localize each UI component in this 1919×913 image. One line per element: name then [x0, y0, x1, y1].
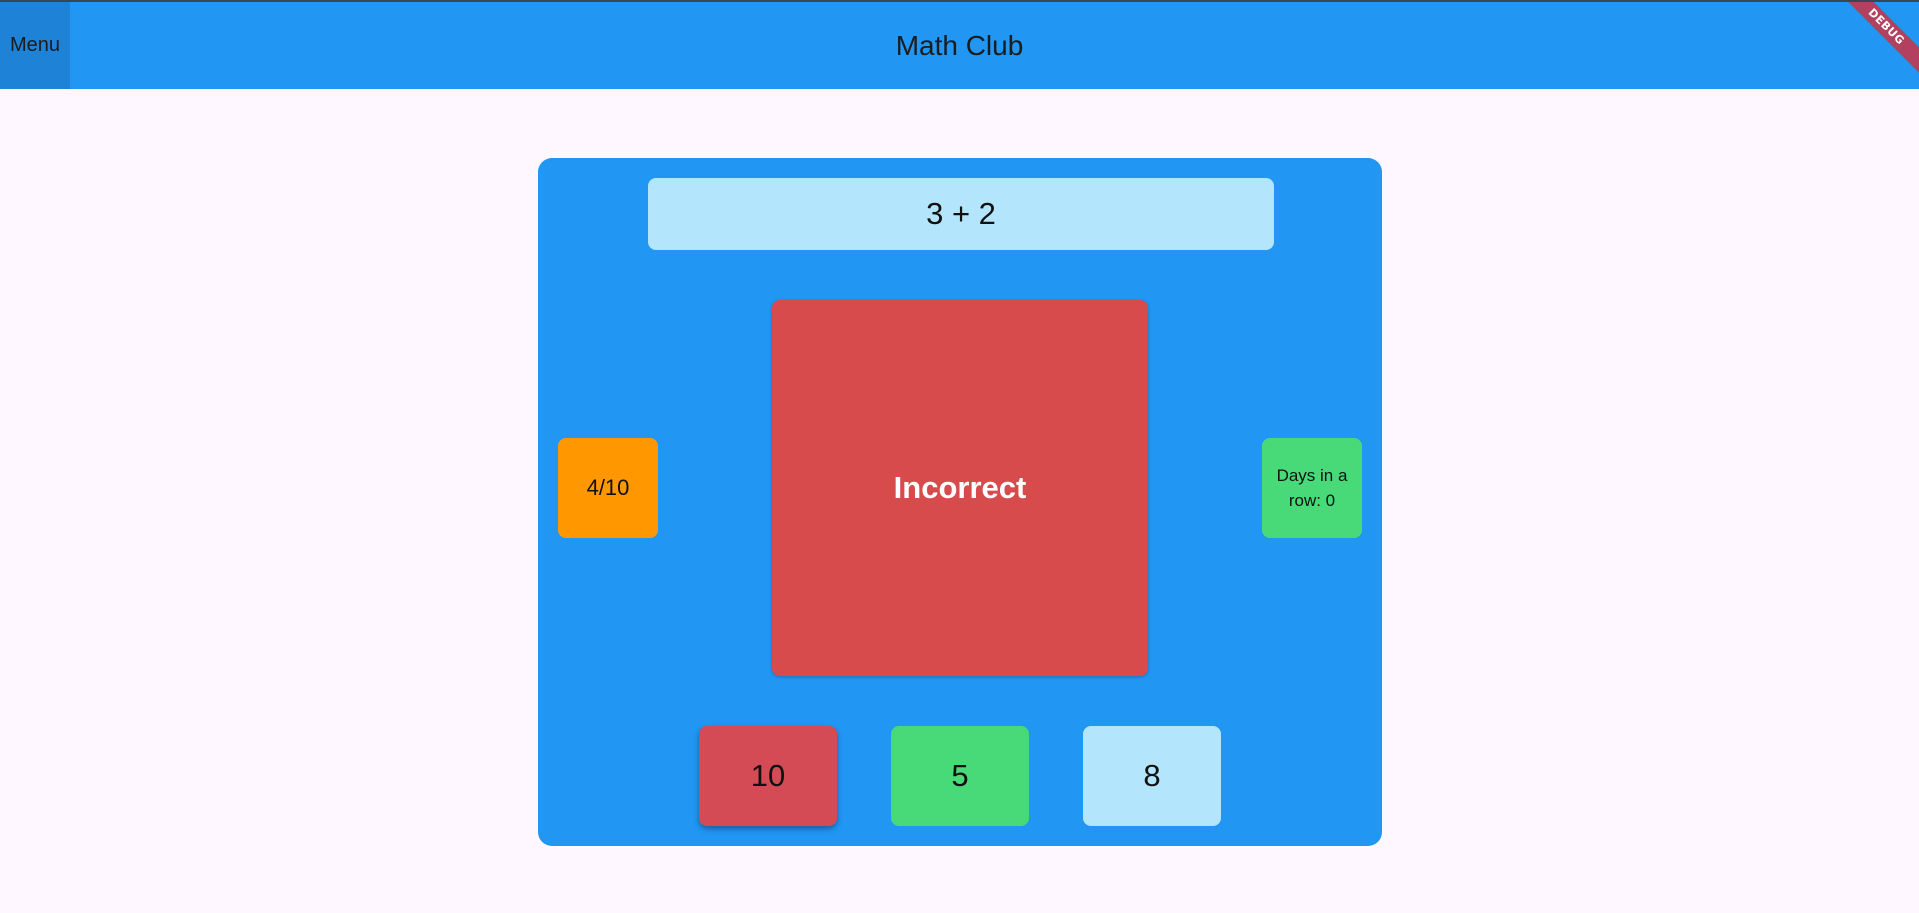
progress-counter: 4/10 — [558, 438, 658, 538]
app-bar: Menu Math Club — [0, 2, 1919, 89]
answer-button-1[interactable]: 10 — [699, 726, 837, 826]
answer-button-3[interactable]: 8 — [1083, 726, 1221, 826]
question-display: 3 + 2 — [648, 178, 1274, 250]
quiz-panel: 3 + 2 4/10 Incorrect Days in a row: 0 10… — [538, 158, 1382, 846]
answer-button-2[interactable]: 5 — [891, 726, 1029, 826]
app-title: Math Club — [895, 29, 1024, 61]
streak-counter: Days in a row: 0 — [1262, 438, 1362, 538]
result-card: Incorrect — [772, 300, 1148, 676]
menu-button[interactable]: Menu — [0, 2, 70, 89]
